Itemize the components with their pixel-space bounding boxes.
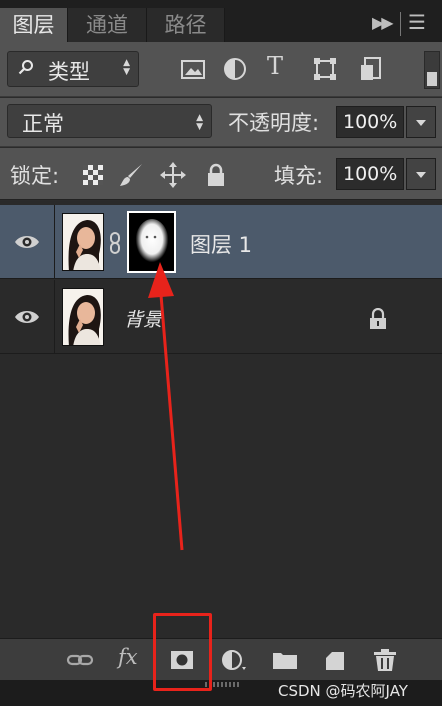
panel-tab-bar: 图层 通道 路径 ▶▶ ☰ [0,0,442,42]
adjustment-layer-icon[interactable] [220,646,248,674]
layers-bottom-toolbar: fx [0,638,442,680]
layer-name[interactable]: 背景 [124,305,162,332]
mask-shape-icon [129,213,174,271]
smart-object-filter-icon[interactable] [358,56,384,82]
panel-controls: ▶▶ ☰ [362,10,442,40]
image-filter-icon[interactable] [180,56,206,82]
fill-input[interactable]: 100% [336,158,404,190]
spinner-arrows-icon: ▲ ▼ [123,58,130,77]
tab-channels[interactable]: 通道 [68,8,147,42]
layers-list: 图层 1 背景 [0,201,442,638]
divider [400,12,401,36]
shape-filter-icon[interactable] [312,56,338,82]
eye-icon[interactable] [14,233,40,251]
panel-menu-icon[interactable]: ☰ [408,10,426,34]
layer-name[interactable]: 图层 1 [190,229,252,259]
watermark: CSDN @码农阿JAY [278,682,408,700]
tab-layers[interactable]: 图层 [0,8,68,42]
portrait-thumbnail-icon [63,289,103,345]
layer-thumbnail[interactable] [62,288,104,346]
fx-icon[interactable]: fx [118,645,138,669]
layer-mask-thumbnail[interactable] [127,211,176,273]
lock-image-icon[interactable] [118,162,144,188]
visibility-column [0,280,55,353]
filter-kind-label: 类型 [48,60,90,84]
spinner-arrows-icon: ▲ ▼ [196,113,203,132]
mask-link-icon[interactable] [110,232,120,254]
adjustment-filter-icon[interactable] [222,56,248,82]
lock-position-icon[interactable] [160,162,186,188]
blend-mode-value: 正常 [22,112,64,136]
fill-label: 填充: [274,164,324,188]
delete-icon[interactable] [371,646,399,674]
lock-all-icon[interactable] [203,162,229,188]
opacity-input[interactable]: 100% [336,106,404,138]
lock-transparent-icon[interactable] [80,162,106,188]
lock-options-bar: 锁定: 填充: 100% [0,148,442,200]
layer-thumbnail[interactable] [62,213,104,271]
lock-label: 锁定: [10,164,60,188]
type-filter-icon[interactable]: T [267,52,293,80]
opacity-dropdown-button[interactable] [406,106,436,138]
tab-paths[interactable]: 路径 [147,8,225,42]
annotation-highlight-box [153,613,212,691]
search-icon [18,60,33,75]
eye-icon[interactable] [14,308,40,326]
portrait-thumbnail-icon [63,214,103,270]
filter-toggle-switch[interactable] [424,51,440,89]
layer-row-background[interactable]: 背景 [0,280,442,354]
link-layers-icon[interactable] [66,646,94,674]
collapse-icon[interactable]: ▶▶ [372,13,394,32]
filter-kind-select[interactable]: 类型 ▲ ▼ [7,51,139,87]
blend-options-bar: 正常 ▲ ▼ 不透明度: 100% [0,98,442,147]
new-layer-icon[interactable] [322,646,350,674]
layer-filter-bar: 类型 ▲ ▼ T [0,42,442,97]
new-group-icon[interactable] [271,646,299,674]
lock-icon [370,308,386,329]
fill-dropdown-button[interactable] [406,158,436,190]
blend-mode-select[interactable]: 正常 ▲ ▼ [7,104,212,138]
toggle-knob [427,72,437,86]
visibility-column [0,205,55,278]
opacity-label: 不透明度: [228,111,320,135]
layer-row-layer1[interactable]: 图层 1 [0,205,442,279]
